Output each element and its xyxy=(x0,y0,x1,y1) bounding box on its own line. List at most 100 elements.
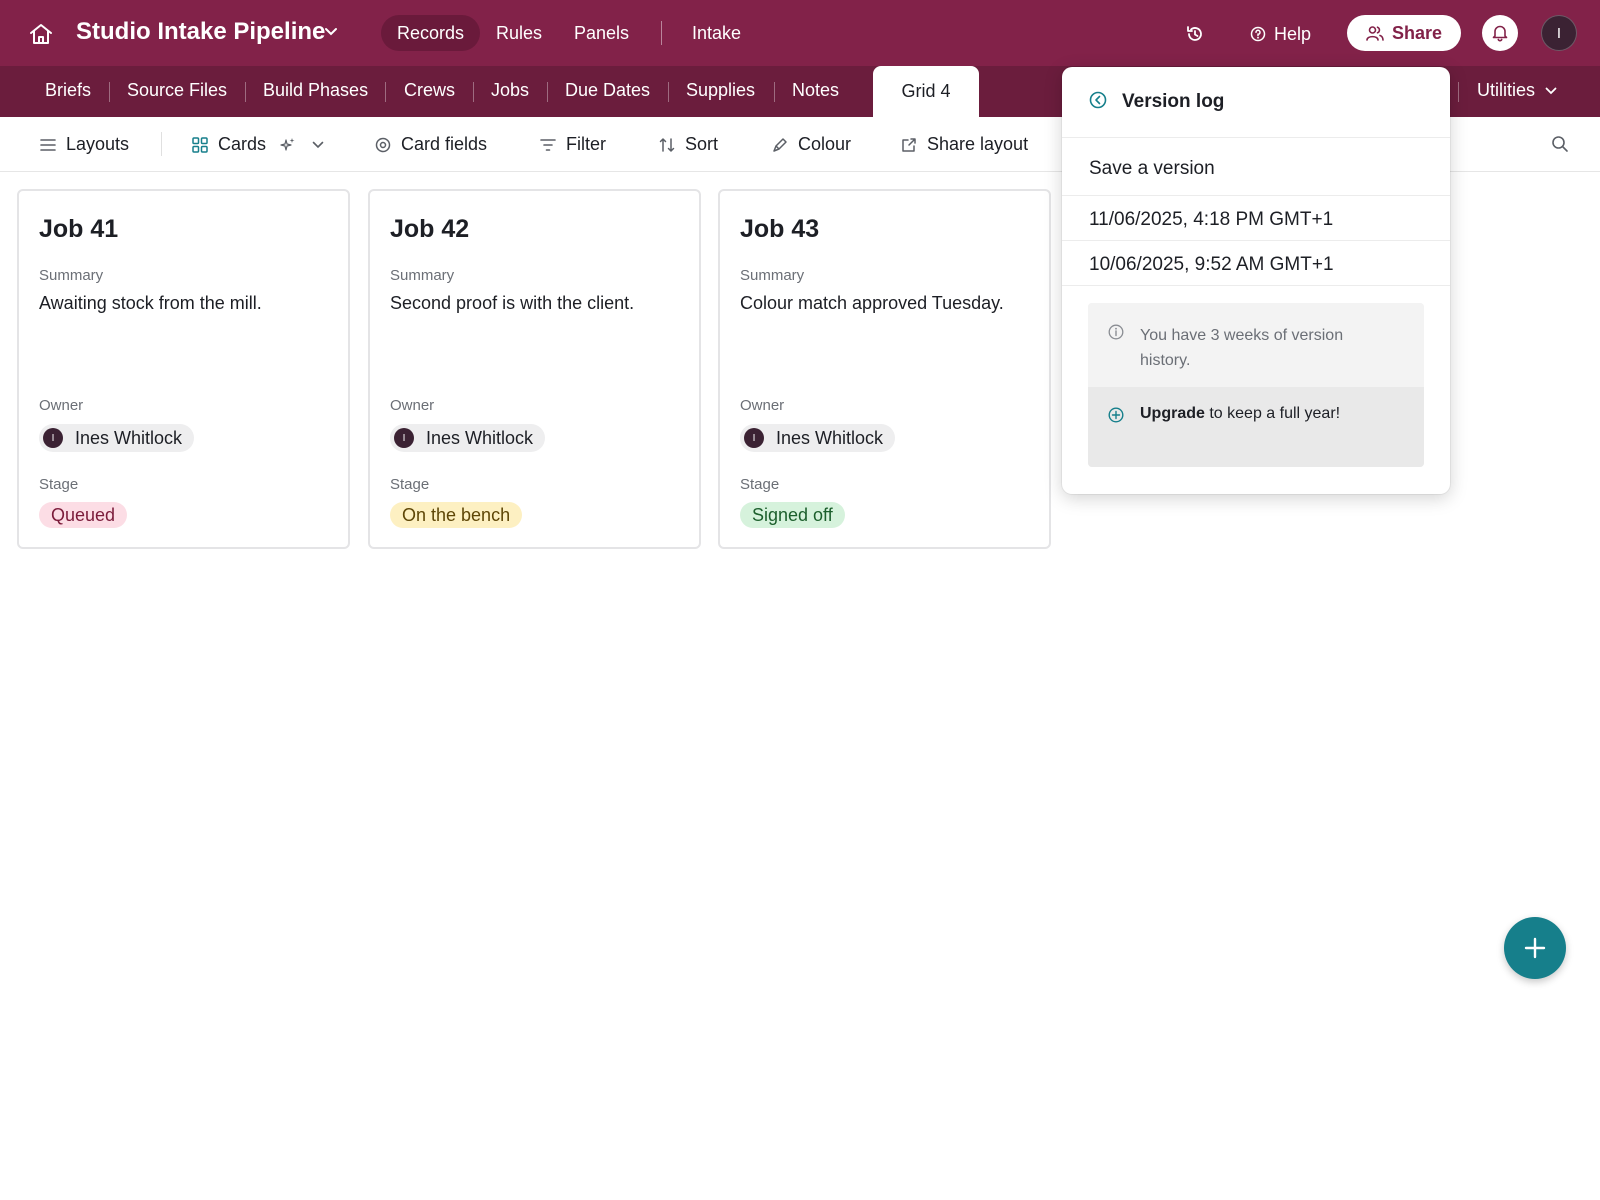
history-notice-text: You have 3 weeks of version history. xyxy=(1140,327,1344,369)
summary-label: Summary xyxy=(740,267,805,284)
tab-separator xyxy=(774,82,775,102)
tab-briefs[interactable]: Briefs xyxy=(45,80,91,101)
add-record-button[interactable] xyxy=(1504,917,1566,979)
info-icon xyxy=(1108,324,1124,340)
help-label: Help xyxy=(1274,23,1312,44)
card-fields-button[interactable]: Card fields xyxy=(375,134,487,155)
version-entry[interactable]: 10/06/2025, 9:52 AM GMT+1 xyxy=(1089,254,1334,276)
summary-label: Summary xyxy=(39,267,104,284)
record-card[interactable]: Job 41 Summary Awaiting stock from the m… xyxy=(17,189,350,549)
user-avatar[interactable]: I xyxy=(1541,15,1577,51)
stage-label: Stage xyxy=(390,476,430,493)
record-card[interactable]: Job 43 Summary Colour match approved Tue… xyxy=(718,189,1051,549)
gallery-icon xyxy=(192,136,208,153)
record-card[interactable]: Job 42 Summary Second proof is with the … xyxy=(368,189,701,549)
card-title: Job 42 xyxy=(390,215,470,243)
base-title[interactable]: Studio Intake Pipeline xyxy=(76,18,325,46)
notice-upgrade-section xyxy=(1088,387,1424,467)
card-title: Job 43 xyxy=(740,215,820,243)
back-icon[interactable] xyxy=(1089,91,1107,109)
top-bar: Studio Intake Pipeline Records Rules Pan… xyxy=(0,0,1600,66)
owner-chip: I Ines Whitlock xyxy=(390,424,546,452)
upgrade-rest: to keep a full year! xyxy=(1204,405,1341,422)
stage-label: Stage xyxy=(740,476,780,493)
owner-name: Ines Whitlock xyxy=(426,427,534,448)
divider xyxy=(1062,195,1450,196)
layouts-button[interactable]: Layouts xyxy=(40,134,129,155)
home-icon[interactable] xyxy=(28,22,54,46)
tab-separator xyxy=(109,82,110,102)
nav-records[interactable]: Records xyxy=(381,15,481,51)
tab-build-phases[interactable]: Build Phases xyxy=(263,80,368,101)
filter-icon xyxy=(540,138,556,151)
plus-circle-icon xyxy=(1108,407,1124,423)
tab-separator xyxy=(385,82,386,102)
tab-separator xyxy=(1458,82,1459,102)
tab-source-files[interactable]: Source Files xyxy=(127,80,227,101)
upgrade-strong: Upgrade xyxy=(1140,405,1205,422)
help-button[interactable]: Help xyxy=(1250,22,1311,46)
share-label: Share xyxy=(1391,22,1443,43)
avatar: I xyxy=(43,428,63,448)
owner-chip: I Ines Whitlock xyxy=(740,424,896,452)
sort-label: Sort xyxy=(685,134,719,154)
toolbar-divider xyxy=(161,132,162,156)
view-name: Cards xyxy=(218,134,267,154)
card-fields-label: Card fields xyxy=(401,134,488,154)
nav-panels[interactable]: Panels xyxy=(558,15,645,51)
colour-label: Colour xyxy=(798,134,852,154)
utilities-menu[interactable]: Utilities xyxy=(1477,80,1557,101)
filter-button[interactable]: Filter xyxy=(540,134,606,155)
summary-label: Summary xyxy=(390,267,455,284)
summary-value: Colour match approved Tuesday. xyxy=(740,293,1004,313)
avatar: I xyxy=(744,428,764,448)
tab-separator xyxy=(245,82,246,102)
tab-jobs[interactable]: Jobs xyxy=(491,80,529,101)
chevron-down-icon[interactable] xyxy=(324,27,338,37)
nav-intake[interactable]: Intake xyxy=(676,15,757,51)
history-notice: You have 3 weeks of version history. Upg… xyxy=(1088,303,1424,467)
stage-label: Stage xyxy=(39,476,79,493)
paintbrush-icon xyxy=(773,137,787,152)
summary-value: Second proof is with the client. xyxy=(390,293,635,313)
tab-due-dates[interactable]: Due Dates xyxy=(565,80,650,101)
divider xyxy=(1062,285,1450,286)
owner-label: Owner xyxy=(39,397,84,414)
summary-value: Awaiting stock from the mill. xyxy=(39,293,262,313)
tab-separator xyxy=(668,82,669,102)
tab-crews[interactable]: Crews xyxy=(404,80,455,101)
stage-badge: Signed off xyxy=(740,502,845,528)
tab-supplies[interactable]: Supplies xyxy=(686,80,755,101)
plus-icon xyxy=(1524,937,1546,959)
notifications-button[interactable] xyxy=(1482,15,1518,51)
share-layout-button[interactable]: Share layout xyxy=(901,134,1028,155)
owner-chip: I Ines Whitlock xyxy=(39,424,195,452)
utilities-label: Utilities xyxy=(1477,80,1536,100)
nav-rules[interactable]: Rules xyxy=(480,15,558,51)
tab-grid-4[interactable]: Grid 4 xyxy=(873,66,979,117)
users-icon xyxy=(1366,26,1384,41)
upgrade-link[interactable]: Upgrade to keep a full year! xyxy=(1140,405,1340,423)
search-icon[interactable] xyxy=(1551,135,1569,153)
stage-badge: Queued xyxy=(39,502,128,528)
owner-name: Ines Whitlock xyxy=(75,427,183,448)
avatar: I xyxy=(394,428,414,448)
chevron-down-icon xyxy=(1545,87,1557,94)
sort-button[interactable]: Sort xyxy=(659,134,718,155)
version-log-title: Version log xyxy=(1122,91,1225,112)
tab-notes[interactable]: Notes xyxy=(792,80,839,101)
owner-label: Owner xyxy=(390,397,435,414)
stage-badge: On the bench xyxy=(390,502,523,528)
history-icon[interactable] xyxy=(1185,24,1205,44)
colour-button[interactable]: Colour xyxy=(772,134,851,155)
share-button[interactable]: Share xyxy=(1347,15,1461,51)
nav-divider xyxy=(661,21,662,45)
bell-icon xyxy=(1492,25,1508,42)
version-entry[interactable]: 11/06/2025, 4:18 PM GMT+1 xyxy=(1089,209,1333,231)
save-version-button[interactable]: Save a version xyxy=(1089,158,1215,180)
owner-name: Ines Whitlock xyxy=(776,427,884,448)
tab-separator xyxy=(547,82,548,102)
menu-icon xyxy=(40,138,56,151)
view-switcher[interactable]: Cards xyxy=(192,134,324,155)
divider xyxy=(1062,137,1450,138)
